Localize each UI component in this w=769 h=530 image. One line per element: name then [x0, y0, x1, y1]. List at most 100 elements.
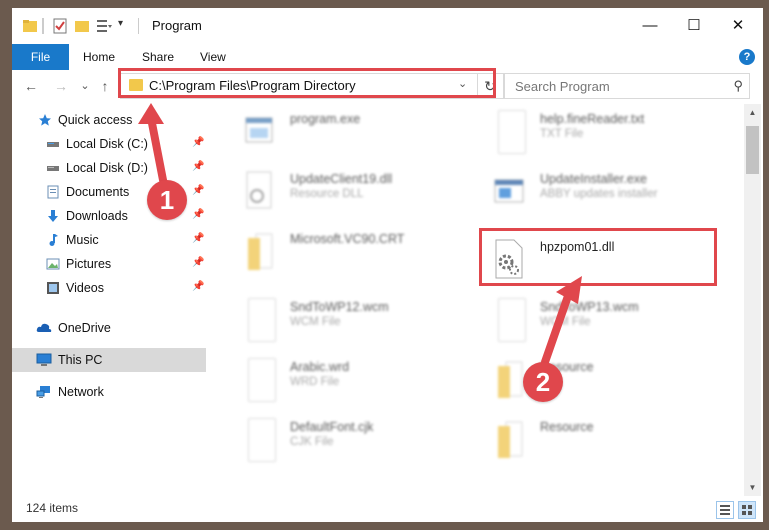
sidebar-item-label: Downloads: [66, 209, 128, 223]
pin-icon[interactable]: 📌: [192, 257, 204, 268]
quick-access-dropdown-icon[interactable]: ▾: [118, 18, 134, 34]
help-icon[interactable]: ?: [739, 49, 755, 65]
search-icon[interactable]: ⚲: [733, 78, 743, 94]
file-name: Arabic.wrd: [290, 360, 350, 374]
installer-icon: [492, 170, 526, 212]
sidebar-item-label: This PC: [58, 353, 103, 367]
new-folder-icon[interactable]: [74, 18, 90, 34]
sidebar-item-videos[interactable]: Videos 📌: [12, 276, 206, 300]
sidebar-item-network[interactable]: Network: [12, 380, 206, 404]
file-item[interactable]: Microsoft.VC90.CRT: [228, 224, 468, 278]
search-box[interactable]: ⚲: [504, 73, 750, 99]
file-item[interactable]: DefaultFont.cjk CJK File: [228, 412, 468, 466]
sidebar-item-this-pc[interactable]: This PC: [12, 348, 206, 372]
file-name: SndToWP12.wcm: [290, 300, 389, 314]
scroll-down-icon[interactable]: ▼: [744, 479, 761, 496]
star-icon: [38, 113, 52, 127]
pictures-icon: [46, 257, 60, 271]
sidebar-item-label: Quick access: [58, 113, 133, 127]
file-type: WCM File: [290, 316, 341, 328]
search-input[interactable]: [513, 77, 717, 95]
pin-icon[interactable]: 📌: [192, 281, 204, 292]
documents-icon: [46, 185, 60, 199]
file-name: UpdateClient19.dll: [290, 172, 393, 186]
item-count: 124 items: [26, 501, 79, 515]
sidebar-item-label: Music: [66, 233, 99, 247]
sidebar-item-local-disk-c[interactable]: Local Disk (C:) 📌: [12, 132, 206, 156]
close-button[interactable]: ✕: [716, 14, 760, 38]
file-highlight: [479, 228, 717, 286]
sidebar-item-label: Videos: [66, 281, 104, 295]
tab-view[interactable]: View: [200, 44, 226, 70]
vertical-scrollbar[interactable]: ▲ ▼: [744, 104, 761, 496]
large-icons-view-icon[interactable]: [738, 501, 756, 519]
drive-icon: [46, 137, 60, 151]
folder-icon: [492, 418, 526, 460]
file-list: program.exe help.fineReader.txt TXT File…: [218, 104, 740, 496]
recent-locations-button[interactable]: ⌄: [74, 75, 96, 97]
file-icon: [248, 418, 276, 462]
details-view-icon[interactable]: [716, 501, 734, 519]
maximize-button[interactable]: ☐: [672, 14, 716, 38]
file-item[interactable]: help.fineReader.txt TXT File: [478, 104, 718, 158]
scroll-thumb[interactable]: [746, 126, 759, 174]
sidebar-item-pictures[interactable]: Pictures 📌: [12, 252, 206, 276]
sidebar-item-label: Local Disk (D:): [66, 161, 148, 175]
file-type: TXT File: [540, 128, 584, 140]
scroll-up-icon[interactable]: ▲: [744, 104, 761, 121]
minimize-button[interactable]: —: [628, 14, 672, 38]
tab-home[interactable]: Home: [83, 44, 115, 70]
file-icon: [498, 298, 526, 342]
sidebar-item-label: Local Disk (C:): [66, 137, 148, 151]
sidebar-item-label: Pictures: [66, 257, 112, 271]
title-bar: ▾ Program — ☐ ✕: [12, 8, 763, 44]
tab-share[interactable]: Share: [142, 44, 174, 70]
file-type: Resource DLL: [290, 188, 364, 200]
tab-file[interactable]: File: [12, 44, 69, 70]
properties-icon[interactable]: [52, 18, 68, 34]
pin-icon[interactable]: 📌: [192, 233, 204, 244]
file-item[interactable]: Arabic.wrd WRD File: [228, 352, 468, 406]
file-name: UpdateInstaller.exe: [540, 172, 648, 186]
file-item[interactable]: Resource: [478, 352, 718, 406]
pin-icon[interactable]: 📌: [192, 137, 204, 148]
step-marker-1: 1: [147, 180, 187, 220]
pin-icon[interactable]: 📌: [192, 185, 204, 196]
drive-icon: [46, 161, 60, 175]
network-icon: [36, 385, 50, 399]
download-icon: [46, 209, 60, 223]
file-type: CJK File: [290, 436, 334, 448]
window-title: Program: [152, 18, 202, 33]
folder-icon[interactable]: [22, 18, 38, 34]
forward-button[interactable]: →: [50, 75, 72, 97]
file-type: WRD File: [290, 376, 340, 388]
sidebar-item-local-disk-d[interactable]: Local Disk (D:) 📌: [12, 156, 206, 180]
step-marker-2: 2: [523, 362, 563, 402]
file-item[interactable]: Resource: [478, 412, 718, 466]
file-name: SndToWP13.wcm: [540, 300, 639, 314]
customize-icon[interactable]: [96, 18, 112, 34]
divider: [42, 18, 44, 34]
file-item[interactable]: SndToWP12.wcm WCM File: [228, 292, 468, 346]
file-type: ABBY updates installer: [540, 188, 658, 200]
navigation-pane: Quick access Local Disk (C:) 📌 Local Dis…: [12, 104, 208, 496]
dll-icon: [242, 170, 276, 212]
folder-icon: [492, 358, 526, 400]
file-name: DefaultFont.cjk: [290, 420, 374, 434]
up-button[interactable]: ↑: [94, 75, 116, 97]
computer-icon: [36, 353, 52, 367]
back-button[interactable]: ←: [20, 75, 42, 97]
sidebar-item-quick-access[interactable]: Quick access: [12, 108, 206, 132]
file-item[interactable]: SndToWP13.wcm WCM File: [478, 292, 718, 346]
file-name: Microsoft.VC90.CRT: [290, 232, 405, 246]
sidebar-item-label: Documents: [66, 185, 130, 199]
file-item[interactable]: UpdateInstaller.exe ABBY updates install…: [478, 164, 718, 218]
file-item[interactable]: UpdateClient19.dll Resource DLL: [228, 164, 468, 218]
pin-icon[interactable]: 📌: [192, 161, 204, 172]
music-icon: [46, 233, 60, 247]
text-file-icon: [498, 110, 526, 154]
pin-icon[interactable]: 📌: [192, 209, 204, 220]
file-item[interactable]: program.exe: [228, 104, 468, 158]
sidebar-item-music[interactable]: Music 📌: [12, 228, 206, 252]
sidebar-item-onedrive[interactable]: OneDrive: [12, 316, 206, 340]
